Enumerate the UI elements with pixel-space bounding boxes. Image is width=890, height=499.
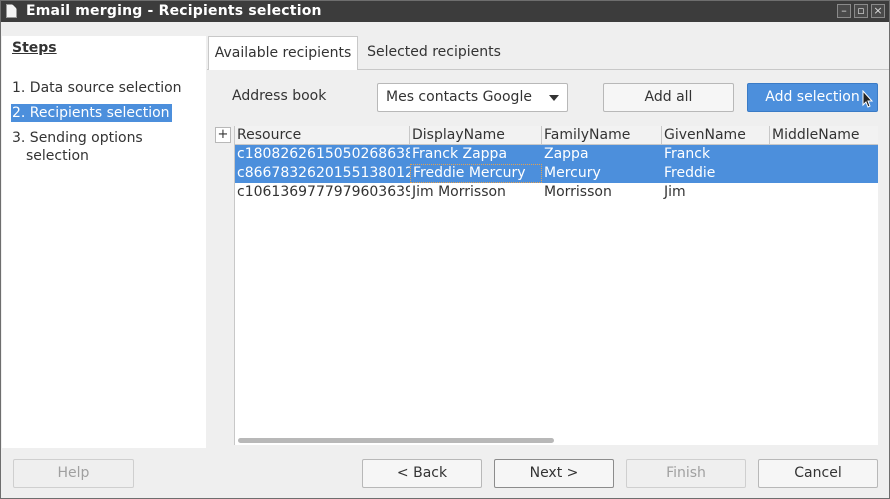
step-data-source: 1. Data source selection bbox=[12, 80, 182, 96]
cell-resource: c8667832620155138012 bbox=[237, 165, 410, 181]
maximize-button[interactable]: ▫ bbox=[854, 4, 868, 18]
cell-familyname: Zappa bbox=[544, 146, 589, 162]
step-sending-options-cont: selection bbox=[26, 148, 89, 164]
chevron-down-icon bbox=[549, 95, 559, 101]
close-button[interactable]: × bbox=[871, 4, 885, 18]
table-row[interactable]: c1061369777979603639 Jim Morrisson Morri… bbox=[235, 183, 878, 202]
tab-available-recipients[interactable]: Available recipients bbox=[208, 36, 358, 70]
cell-familyname: Morrisson bbox=[544, 184, 612, 200]
table-row[interactable]: c8667832620155138012 Freddie Mercury Mer… bbox=[235, 164, 878, 183]
tab-selected-recipients[interactable]: Selected recipients bbox=[359, 36, 509, 68]
cell-middlename bbox=[770, 164, 878, 183]
column-header-middlename[interactable]: MiddleName bbox=[770, 126, 878, 145]
next-button[interactable]: Next > bbox=[494, 459, 614, 488]
expand-button[interactable]: + bbox=[215, 127, 231, 143]
email-merging-window: Email merging - Recipients selection – ▫… bbox=[0, 0, 890, 499]
cell-middlename bbox=[770, 145, 878, 164]
cell-displayname: Franck Zappa bbox=[412, 146, 508, 162]
cell-givenname: Freddie bbox=[664, 165, 716, 181]
cell-givenname: Jim bbox=[664, 184, 686, 200]
cell-resource: c1808262615050268638 bbox=[237, 146, 410, 162]
add-all-button[interactable]: Add all bbox=[603, 83, 734, 112]
column-header-resource[interactable]: Resource bbox=[235, 126, 410, 145]
mouse-cursor-icon bbox=[862, 90, 874, 108]
minimize-button[interactable]: – bbox=[837, 4, 851, 18]
column-header-displayname[interactable]: DisplayName bbox=[410, 126, 542, 145]
cell-displayname: Jim Morrisson bbox=[412, 184, 506, 200]
title-bar: Email merging - Recipients selection – ▫… bbox=[1, 1, 889, 22]
cell-resource: c1061369777979603639 bbox=[237, 184, 410, 200]
steps-panel: Steps 1. Data source selection 2. Recipi… bbox=[2, 36, 206, 448]
step-recipients-selection: 2. Recipients selection bbox=[11, 104, 172, 122]
cell-familyname: Mercury bbox=[544, 165, 601, 181]
window-title: Email merging - Recipients selection bbox=[26, 3, 322, 19]
cancel-button[interactable]: Cancel bbox=[758, 459, 878, 488]
add-selection-button[interactable]: Add selection bbox=[747, 83, 878, 112]
cell-givenname: Franck bbox=[664, 146, 711, 162]
horizontal-scrollbar[interactable] bbox=[238, 438, 554, 443]
step-sending-options: 3. Sending options bbox=[12, 130, 143, 146]
document-icon bbox=[6, 4, 17, 18]
footer-bar: Help < Back Next > Finish Cancel bbox=[1, 448, 889, 498]
recipients-grid[interactable]: Resource DisplayName FamilyName GivenNam… bbox=[234, 126, 878, 445]
address-book-select[interactable]: Mes contacts Google bbox=[377, 83, 568, 112]
cell-middlename bbox=[770, 183, 878, 202]
finish-button[interactable]: Finish bbox=[626, 459, 746, 488]
column-header-givenname[interactable]: GivenName bbox=[662, 126, 770, 145]
address-book-label: Address book bbox=[232, 88, 327, 104]
cell-displayname: Freddie Mercury bbox=[410, 164, 542, 183]
back-button[interactable]: < Back bbox=[362, 459, 482, 488]
table-row[interactable]: c1808262615050268638 Franck Zappa Zappa … bbox=[235, 145, 878, 164]
help-button[interactable]: Help bbox=[13, 459, 134, 488]
column-header-familyname[interactable]: FamilyName bbox=[542, 126, 662, 145]
steps-title: Steps bbox=[12, 40, 57, 56]
address-book-value: Mes contacts Google bbox=[386, 89, 532, 105]
